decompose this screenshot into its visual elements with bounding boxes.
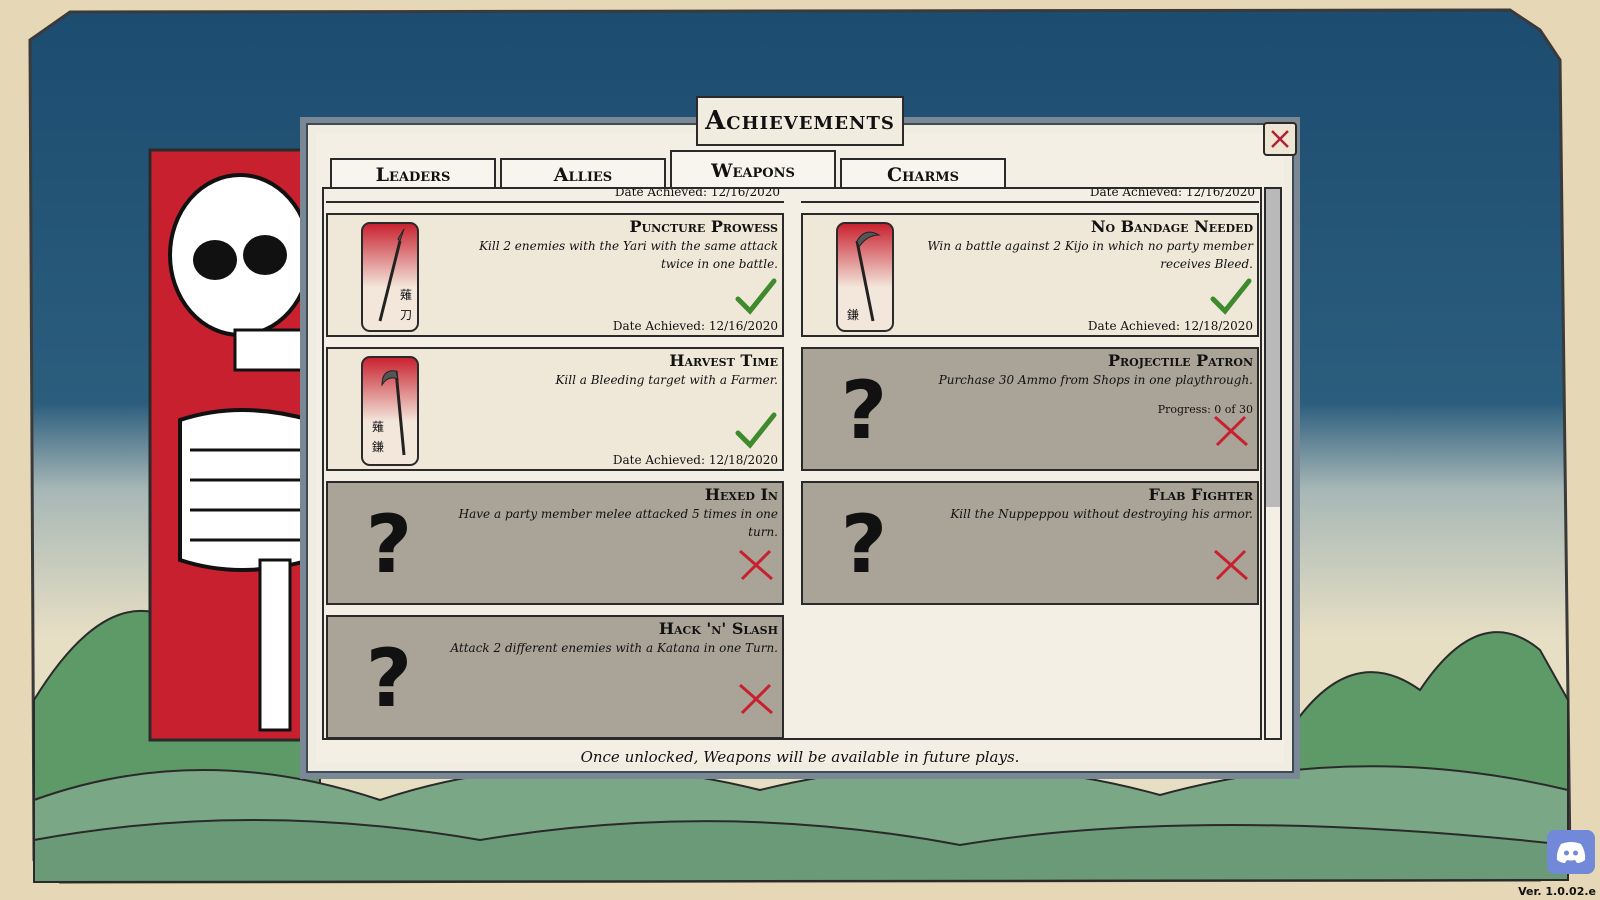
checkmark-icon	[735, 412, 777, 449]
svg-text:鎌: 鎌	[372, 439, 384, 454]
discord-icon	[1556, 842, 1586, 863]
achievement-name: Flab Fighter	[1148, 485, 1254, 504]
dialog-title: Achievements	[696, 96, 904, 146]
kama-weapon-icon: 鎌	[836, 222, 894, 332]
achievement-date: Date Achieved: 12/18/2020	[1087, 319, 1253, 333]
close-button[interactable]	[1263, 122, 1297, 156]
achievement-name: Puncture Prowess	[629, 217, 778, 236]
achievement-description: Win a battle against 2 Kijo in which no …	[927, 239, 1253, 271]
close-x-icon	[1271, 130, 1289, 148]
achievement-name: Hexed In	[704, 485, 778, 504]
checkmark-icon	[735, 278, 777, 315]
achievement-name: Harvest Time	[669, 351, 778, 370]
achievement-name: No Bandage Needed	[1090, 217, 1253, 236]
tab-charms-label: Charms	[886, 164, 960, 186]
achievement-card-flab-fighter[interactable]: ? Flab Fighter Kill the Nuppeppou withou…	[801, 481, 1259, 605]
achievement-list[interactable]: Date Achieved: 12/16/2020 Date Achieved:…	[322, 187, 1262, 740]
cross-icon	[739, 683, 773, 715]
achievement-date: Date Achieved: 12/16/2020	[614, 187, 780, 199]
cross-icon	[1214, 415, 1248, 447]
achievement-description: Kill the Nuppeppou without destroying hi…	[950, 507, 1253, 521]
tab-allies[interactable]: Allies	[500, 158, 666, 190]
discord-button[interactable]	[1547, 830, 1595, 874]
achievement-description: Purchase 30 Ammo from Shops in one playt…	[938, 373, 1253, 387]
achievement-description: Kill 2 enemies with the Yari with the sa…	[479, 239, 778, 271]
tab-allies-label: Allies	[553, 164, 613, 186]
question-mark-icon: ?	[840, 498, 888, 591]
footer-note: Once unlocked, Weapons will be available…	[580, 748, 1020, 766]
achievement-description: Kill a Bleeding target with a Farmer.	[555, 373, 778, 387]
cross-icon	[739, 549, 773, 581]
tab-charms[interactable]: Charms	[840, 158, 1006, 190]
achievement-card-harvest-time[interactable]: 薙 鎌 Harvest Time Kill a Bleeding target …	[326, 347, 784, 471]
list-item-partial-left: Date Achieved: 12/16/2020	[326, 189, 784, 203]
achievement-date: Date Achieved: 12/18/2020	[612, 453, 778, 467]
question-mark-icon: ?	[365, 632, 413, 725]
checkmark-icon	[1210, 278, 1252, 315]
tab-weapons-label: Weapons	[711, 160, 795, 182]
achievement-card-hack-n-slash[interactable]: ? Hack 'n' Slash Attack 2 different enem…	[326, 615, 784, 738]
achievement-card-hexed-in[interactable]: ? Hexed In Have a party member melee att…	[326, 481, 784, 605]
achievement-name: Projectile Patron	[1107, 351, 1253, 370]
tab-leaders-label: Leaders	[375, 164, 451, 186]
achievement-description: Attack 2 different enemies with a Katana…	[450, 641, 778, 655]
achievement-card-projectile-patron[interactable]: ? Projectile Patron Purchase 30 Ammo fro…	[801, 347, 1259, 471]
version-label: Ver. 1.0.02.e	[1518, 885, 1596, 898]
achievement-date: Date Achieved: 12/16/2020	[612, 319, 778, 333]
svg-text:薙: 薙	[372, 420, 384, 434]
yari-weapon-icon: 薙 刀	[361, 222, 419, 332]
achievement-card-no-bandage-needed[interactable]: 鎌 No Bandage Needed Win a battle against…	[801, 213, 1259, 337]
question-mark-icon: ?	[365, 498, 413, 591]
question-mark-icon: ?	[840, 364, 888, 457]
tab-weapons[interactable]: Weapons	[670, 150, 836, 190]
achievement-date: Date Achieved: 12/16/2020	[1089, 187, 1255, 199]
achievement-description: Have a party member melee attacked 5 tim…	[458, 507, 778, 539]
svg-text:薙: 薙	[400, 288, 412, 302]
achievement-card-puncture-prowess[interactable]: 薙 刀 Puncture Prowess Kill 2 enemies with…	[326, 213, 784, 337]
scythe-weapon-icon: 薙 鎌	[361, 356, 419, 466]
svg-text:鎌: 鎌	[847, 307, 859, 322]
list-item-partial-right: Date Achieved: 12/16/2020	[801, 189, 1259, 203]
achievement-name: Hack 'n' Slash	[658, 619, 778, 638]
cross-icon	[1214, 549, 1248, 581]
scrollbar-thumb[interactable]	[1266, 189, 1280, 507]
tab-leaders[interactable]: Leaders	[330, 158, 496, 190]
svg-text:刀: 刀	[400, 308, 412, 322]
